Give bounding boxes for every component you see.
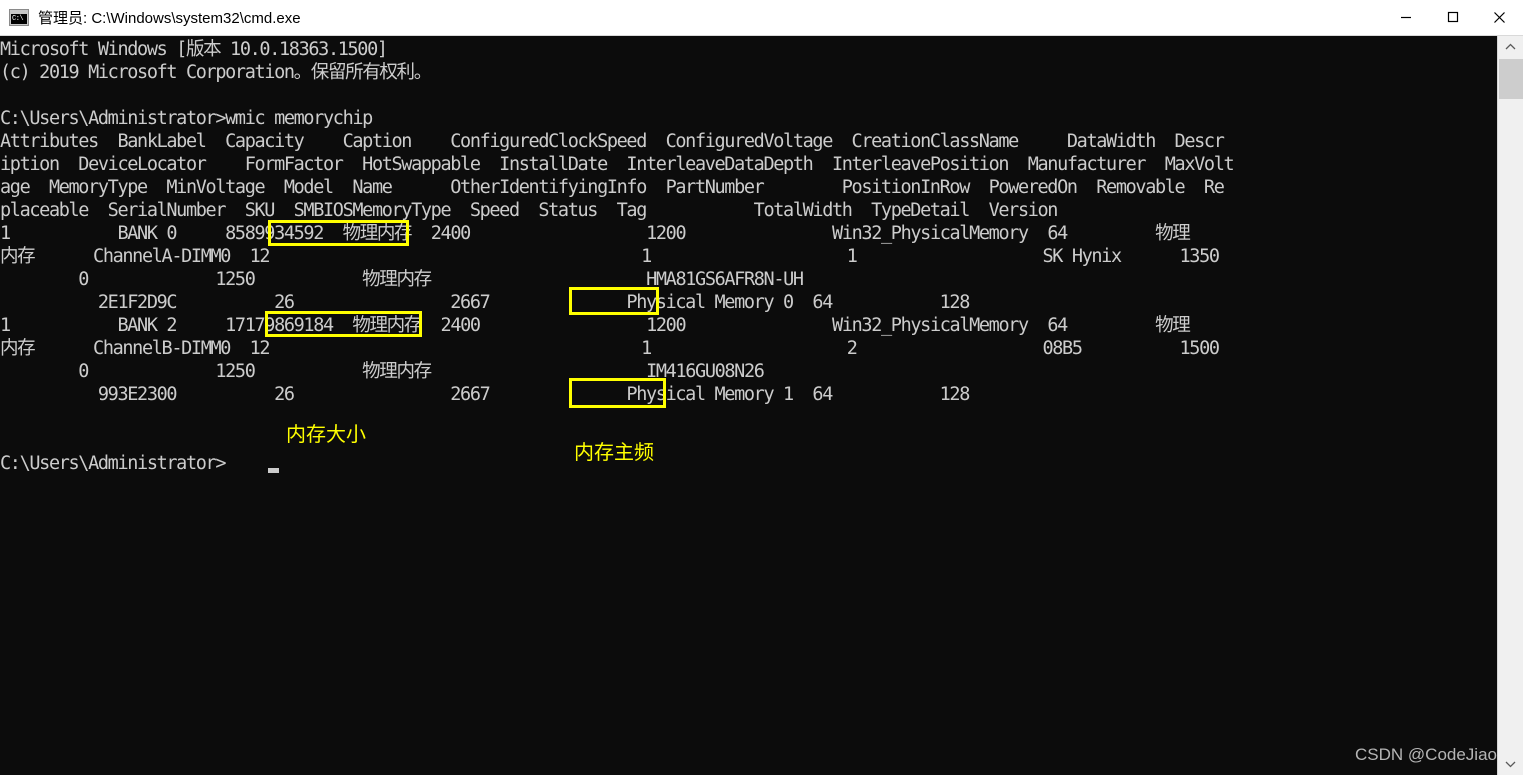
block-cursor (268, 468, 279, 473)
annotation-memory-frequency: 内存主频 (574, 440, 654, 464)
terminal-line: 内存 ChannelB-DIMM0 12 1 2 08B5 1500 (0, 338, 1220, 359)
terminal-line: C:\Users\Administrator>wmic memorychip (0, 108, 373, 129)
cmd-window: 管理员: C:\Windows\system32\cmd.exe (0, 0, 1523, 775)
console-output-area[interactable]: Microsoft Windows [版本 10.0.18363.1500] (… (0, 36, 1523, 775)
close-button[interactable] (1476, 0, 1523, 35)
terminal-prompt-line: C:\Users\Administrator> (0, 453, 226, 474)
terminal-line: iption DeviceLocator FormFactor HotSwapp… (0, 154, 1235, 175)
terminal-line: age MemoryType MinVoltage Model Name Oth… (0, 177, 1225, 198)
console-icon (9, 9, 29, 26)
title-bar-left: 管理员: C:\Windows\system32\cmd.exe (0, 7, 1382, 28)
terminal-line: Microsoft Windows [版本 10.0.18363.1500] (0, 39, 388, 60)
window-controls (1382, 0, 1523, 36)
terminal-text: Microsoft Windows [版本 10.0.18363.1500] (… (0, 36, 1497, 775)
title-bar[interactable]: 管理员: C:\Windows\system32\cmd.exe (0, 0, 1523, 36)
terminal-line: 内存 ChannelA-DIMM0 12 1 1 SK Hynix 1350 (0, 246, 1220, 267)
terminal-line: (c) 2019 Microsoft Corporation。保留所有权利。 (0, 62, 432, 83)
chevron-down-icon[interactable] (1498, 753, 1523, 775)
terminal-line: Attributes BankLabel Capacity Caption Co… (0, 131, 1225, 152)
scrollbar-thumb[interactable] (1499, 59, 1523, 99)
vertical-scrollbar[interactable] (1497, 36, 1523, 775)
terminal-line: 0 1250 物理内存 HMA81GS6AFR8N-UH (0, 269, 804, 290)
terminal-line: 2E1F2D9C 26 2667 Physical Memory 0 64 12… (0, 292, 970, 313)
watermark: CSDN @CodeJiao (1355, 745, 1497, 764)
terminal-line: 0 1250 物理内存 IM416GU08N26 (0, 361, 765, 382)
terminal-line: placeable SerialNumber SKU SMBIOSMemoryT… (0, 200, 1058, 221)
chevron-up-icon[interactable] (1498, 36, 1523, 58)
terminal-line: 1 BANK 2 17179869184 物理内存 2400 1200 Win3… (0, 315, 1191, 336)
annotation-memory-size: 内存大小 (286, 422, 366, 446)
minimize-button[interactable] (1382, 0, 1429, 35)
window-title: 管理员: C:\Windows\system32\cmd.exe (38, 10, 301, 27)
maximize-button[interactable] (1429, 0, 1476, 35)
terminal-line: 993E2300 26 2667 Physical Memory 1 64 12… (0, 384, 970, 405)
terminal-line: 1 BANK 0 8589934592 物理内存 2400 1200 Win32… (0, 223, 1191, 244)
